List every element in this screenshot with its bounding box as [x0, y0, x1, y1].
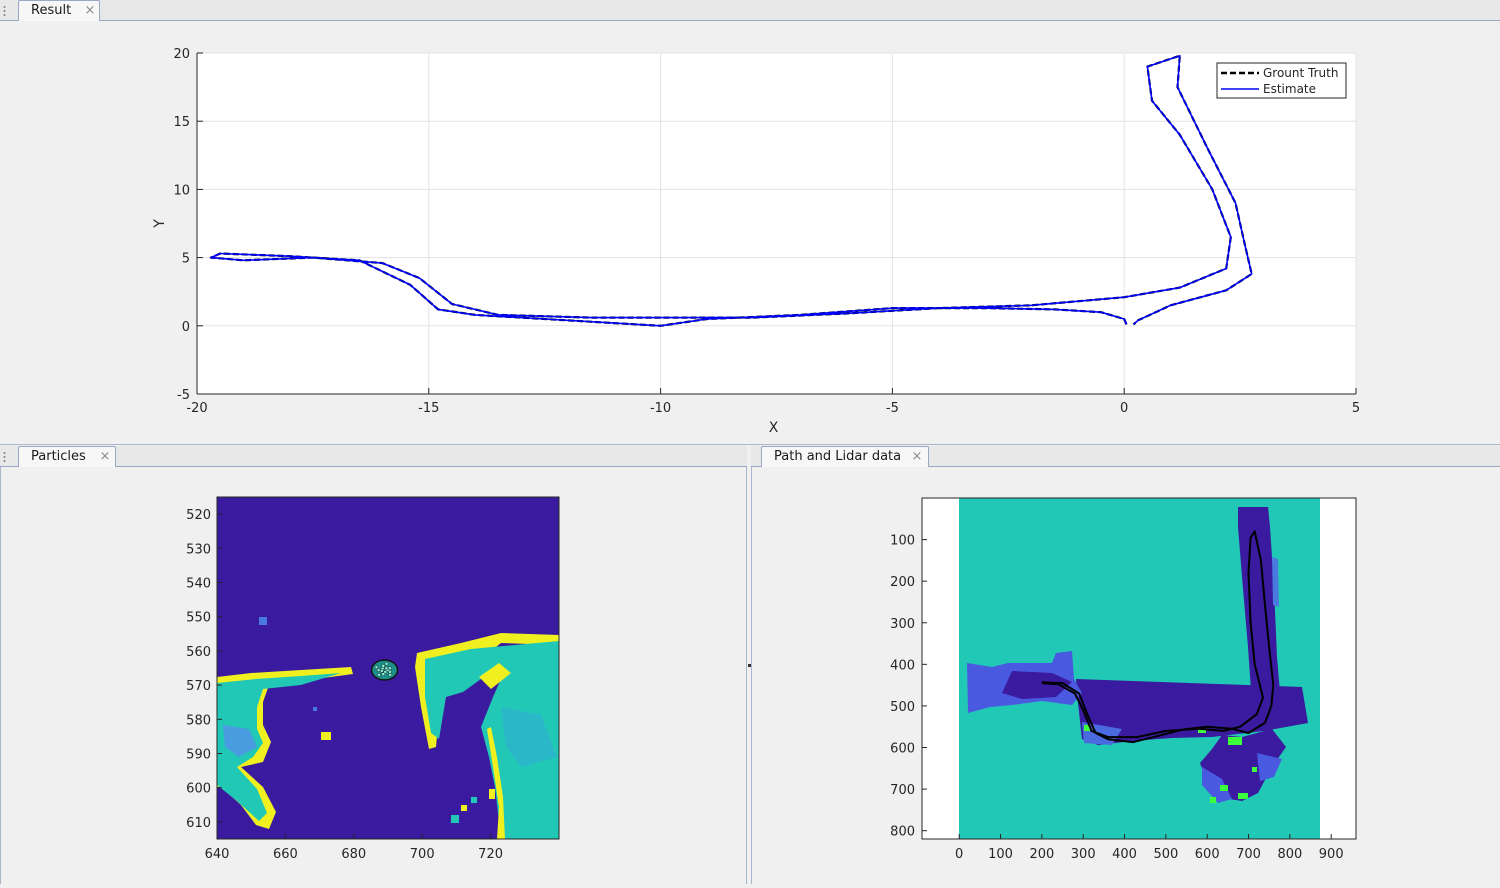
- particle: [376, 668, 381, 672]
- y-tick-label: 10: [173, 183, 190, 198]
- y-tick-label: 550: [186, 611, 211, 626]
- x-tick-label: 500: [1153, 847, 1178, 862]
- legend-label: Estimate: [1263, 82, 1316, 96]
- tab-result[interactable]: Result ×: [18, 0, 100, 21]
- tab-particles-label: Particles: [31, 449, 86, 464]
- particles-panel: 640 660 680 700 720 520 530 540 550 560 570 580 590 6…: [0, 467, 747, 884]
- tab-result-label: Result: [31, 3, 72, 18]
- path-lidar-tab-bar: Path and Lidar data ×: [751, 446, 1500, 467]
- x-tick-label: 660: [273, 847, 298, 862]
- y-tick-label: 0: [182, 320, 190, 335]
- particle: [374, 665, 379, 670]
- x-tick-label: 700: [1236, 847, 1261, 862]
- tab-path-lidar-label: Path and Lidar data: [774, 449, 902, 464]
- result-panel: -20 -15 -10 -5 0 5 -5 0 5 10 15 20 X Y Grount Truth Es…: [0, 21, 1500, 445]
- y-tick-label: 600: [186, 782, 211, 797]
- x-tick-label: 720: [478, 847, 503, 862]
- tab-path-lidar[interactable]: Path and Lidar data ×: [761, 446, 929, 467]
- x-tick-label: 640: [205, 847, 230, 862]
- x-tick-label: 400: [1112, 847, 1137, 862]
- path-lidar-plot: 0 100 200 300 400 500 600 700 800 900 100 200 300 400…: [890, 497, 1357, 862]
- path-lidar-panel: 0 100 200 300 400 500 600 700 800 900 100 200 300 400…: [751, 467, 1500, 884]
- y-tick-label: -5: [177, 388, 190, 403]
- x-tick-label: 800: [1277, 847, 1302, 862]
- particle: [388, 673, 393, 677]
- y-tick-label: 560: [186, 645, 211, 660]
- y-tick-label: 100: [890, 534, 915, 549]
- close-icon[interactable]: ×: [83, 1, 97, 20]
- x-tick-label: 5: [1352, 401, 1360, 416]
- y-tick-label: 800: [890, 825, 915, 840]
- particle: [377, 673, 381, 677]
- y-tick-label: 500: [890, 700, 915, 715]
- x-tick-label: 900: [1319, 847, 1344, 862]
- particle: [388, 666, 392, 671]
- x-tick-label: 600: [1195, 847, 1220, 862]
- y-axis-label: Y: [152, 219, 168, 229]
- y-tick-label: 300: [890, 617, 915, 632]
- y-tick-label: 200: [890, 575, 915, 590]
- x-tick-label: 0: [1120, 401, 1128, 416]
- y-tick-label: 610: [186, 816, 211, 831]
- x-tick-label: 200: [1029, 847, 1054, 862]
- y-tick-label: 590: [186, 748, 211, 763]
- x-tick-label: -5: [886, 401, 899, 416]
- y-tick-label: 700: [890, 783, 915, 798]
- x-tick-label: -20: [186, 401, 207, 416]
- y-tick-label: 530: [186, 542, 211, 557]
- particle: [384, 662, 389, 666]
- y-tick-label: 580: [186, 713, 211, 728]
- particle-cluster: [370, 659, 399, 681]
- y-tick-label: 570: [186, 679, 211, 694]
- legend-label: Grount Truth: [1263, 66, 1338, 80]
- particles-plot: 640 660 680 700 720 520 530 540 550 560 570 580 590 6…: [186, 496, 560, 862]
- plot-area: [197, 53, 1356, 394]
- result-plot: -20 -15 -10 -5 0 5 -5 0 5 10 15 20 X Y Grount Truth Es…: [152, 47, 1360, 436]
- y-tick-label: 520: [186, 508, 211, 523]
- tab-particles[interactable]: Particles ×: [18, 446, 116, 467]
- particle: [381, 672, 386, 676]
- x-tick-label: 100: [988, 847, 1013, 862]
- y-tick-label: 15: [173, 115, 190, 130]
- y-tick-label: 20: [173, 47, 190, 62]
- x-tick-label: 0: [955, 847, 963, 862]
- close-icon[interactable]: ×: [98, 447, 112, 466]
- drag-grip-icon[interactable]: [3, 451, 6, 462]
- y-tick-label: 400: [890, 658, 915, 673]
- particle-blob: [370, 659, 399, 681]
- horizontal-divider[interactable]: [0, 444, 1500, 445]
- x-tick-label: 300: [1071, 847, 1096, 862]
- x-tick-label: 700: [410, 847, 435, 862]
- close-icon[interactable]: ×: [910, 447, 924, 466]
- y-tick-label: 600: [890, 742, 915, 757]
- particle: [384, 666, 389, 671]
- particles-tab-bar: Particles ×: [0, 446, 748, 467]
- x-tick-label: -10: [650, 401, 671, 416]
- lidar-map-image: [959, 498, 1320, 839]
- x-axis-label: X: [769, 420, 779, 436]
- y-tick-label: 540: [186, 577, 211, 592]
- result-tab-bar: Result ×: [0, 0, 1500, 21]
- x-tick-label: -15: [418, 401, 439, 416]
- y-tick-label: 5: [182, 252, 190, 267]
- particle: [381, 664, 386, 668]
- particle: [388, 669, 392, 674]
- drag-grip-icon[interactable]: [3, 5, 6, 16]
- x-tick-label: 680: [341, 847, 366, 862]
